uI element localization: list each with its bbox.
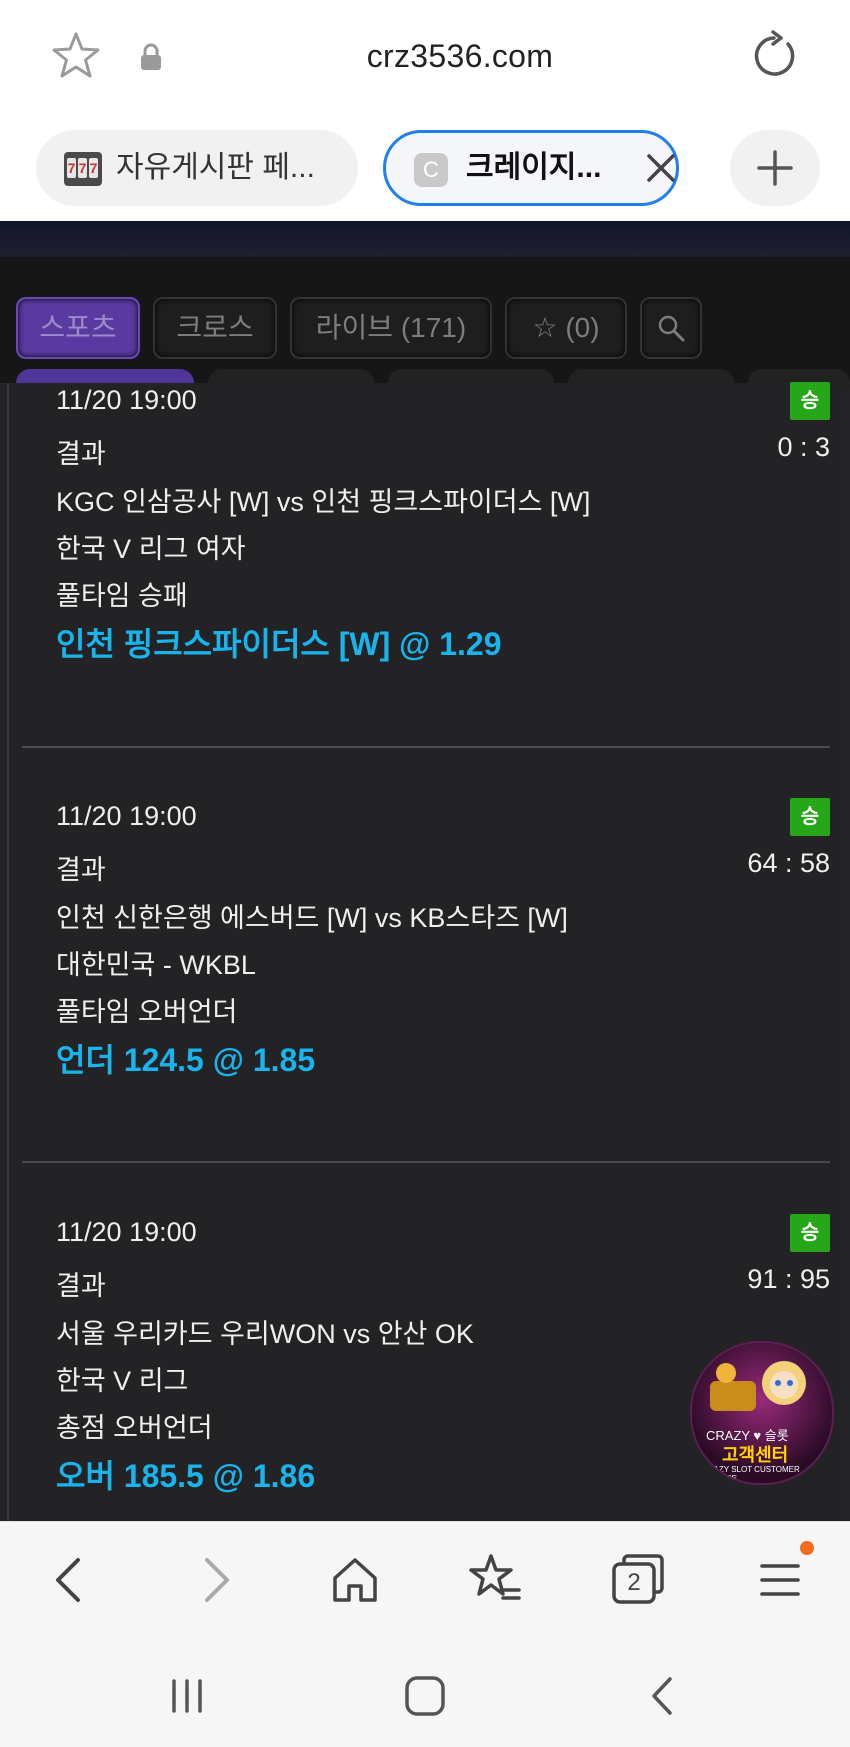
league: 대한민국 - WKBL bbox=[56, 950, 256, 980]
lock-icon bbox=[141, 43, 161, 70]
tabs-button[interactable]: 2 bbox=[608, 1550, 668, 1610]
tab-count: 2 bbox=[627, 1569, 641, 1596]
win-badge: 승 bbox=[790, 1214, 830, 1252]
result-label: 결과 bbox=[56, 1271, 106, 1301]
match-teams: KGC 인삼공사 [W] vs 인천 핑크스파이더스 [W] bbox=[56, 487, 591, 517]
league: 한국 V 리그 여자 bbox=[56, 534, 246, 564]
market: 풀타임 승패 bbox=[56, 581, 188, 611]
cs-title: 고객센터 bbox=[722, 1445, 789, 1465]
reload-icon[interactable] bbox=[748, 30, 800, 82]
back-icon[interactable] bbox=[40, 1550, 100, 1610]
result-label: 결과 bbox=[56, 855, 106, 885]
tab-live[interactable]: 라이브 (171) bbox=[290, 297, 492, 359]
browser-tab-2-active[interactable]: C 크레이지... bbox=[383, 130, 679, 206]
site-header-band bbox=[0, 221, 850, 257]
forward-icon[interactable] bbox=[185, 1550, 245, 1610]
address-bar: crz3536.com bbox=[0, 0, 850, 118]
new-tab-button[interactable] bbox=[730, 130, 820, 206]
score: 0 : 3 bbox=[777, 432, 830, 462]
url-text[interactable]: crz3536.com bbox=[200, 30, 720, 82]
home-icon[interactable] bbox=[325, 1550, 385, 1610]
close-tab-icon[interactable] bbox=[646, 153, 676, 183]
site-favicon-icon: C bbox=[414, 153, 448, 187]
browser-tab-2-label: 크레이지... bbox=[466, 151, 602, 184]
match-teams: 인천 신한은행 에스버드 [W] vs KB스타즈 [W] bbox=[56, 903, 568, 933]
market: 풀타임 오버언더 bbox=[56, 997, 238, 1027]
system-back-icon[interactable] bbox=[638, 1671, 688, 1721]
bookmark-star-icon[interactable] bbox=[50, 30, 102, 82]
home-button-icon[interactable] bbox=[400, 1671, 450, 1721]
browser-tab-1-label: 자유게시판 페... bbox=[116, 151, 315, 184]
divider bbox=[22, 746, 830, 748]
result-label: 결과 bbox=[56, 439, 106, 469]
search-button[interactable] bbox=[640, 297, 702, 359]
match-teams: 서울 우리카드 우리WON vs 안산 OK bbox=[56, 1319, 474, 1349]
slot-machine-favicon-icon: 777 bbox=[64, 152, 102, 186]
notification-dot bbox=[800, 1541, 814, 1555]
bookmarks-icon[interactable] bbox=[465, 1550, 525, 1610]
league: 한국 V 리그 bbox=[56, 1366, 189, 1396]
browser-bottom-bar: 2 bbox=[0, 1521, 850, 1642]
bet-datetime: 11/20 19:00 bbox=[56, 1217, 197, 1247]
score: 91 : 95 bbox=[747, 1264, 830, 1294]
browser-tab-strip: 777 자유게시판 페... C 크레이지... bbox=[0, 118, 850, 221]
browser-tab-1[interactable]: 777 자유게시판 페... bbox=[36, 130, 358, 206]
tab-favorites[interactable]: ☆ (0) bbox=[505, 297, 627, 359]
plus-icon bbox=[757, 150, 793, 186]
bet-pick: 오버 185.5 @ 1.86 bbox=[56, 1458, 316, 1494]
search-icon bbox=[658, 315, 685, 342]
web-page: 스포츠 크로스 라이브 (171) ☆ (0) 11/20 19:00 승 결과… bbox=[0, 221, 850, 1521]
bet-history-panel: 11/20 19:00 승 결과 0 : 3 KGC 인삼공사 [W] vs 인… bbox=[7, 382, 845, 1521]
bet-datetime: 11/20 19:00 bbox=[56, 801, 197, 831]
customer-service-button[interactable]: CRAZY ♥ 슬롯 고객센터 CRAZY SLOT CUSTOMER SERV… bbox=[690, 1341, 834, 1485]
tab-cross[interactable]: 크로스 bbox=[153, 297, 277, 359]
market: 총점 오버언더 bbox=[56, 1413, 213, 1443]
system-nav-bar bbox=[0, 1641, 850, 1747]
bet-pick: 인천 핑크스파이더스 [W] @ 1.29 bbox=[56, 626, 502, 662]
bet-pick: 언더 124.5 @ 1.85 bbox=[56, 1042, 316, 1078]
recent-apps-icon[interactable] bbox=[162, 1671, 212, 1721]
win-badge: 승 bbox=[790, 382, 830, 420]
menu-icon[interactable] bbox=[750, 1550, 810, 1610]
site-nav: 스포츠 크로스 라이브 (171) ☆ (0) bbox=[0, 257, 850, 389]
score: 64 : 58 bbox=[747, 848, 830, 878]
cs-subtitle: CRAZY SLOT CUSTOMER SERVICE bbox=[702, 1465, 800, 1483]
divider bbox=[22, 1161, 830, 1163]
win-badge: 승 bbox=[790, 798, 830, 836]
tab-sports[interactable]: 스포츠 bbox=[16, 297, 140, 359]
bet-datetime: 11/20 19:00 bbox=[56, 385, 197, 415]
